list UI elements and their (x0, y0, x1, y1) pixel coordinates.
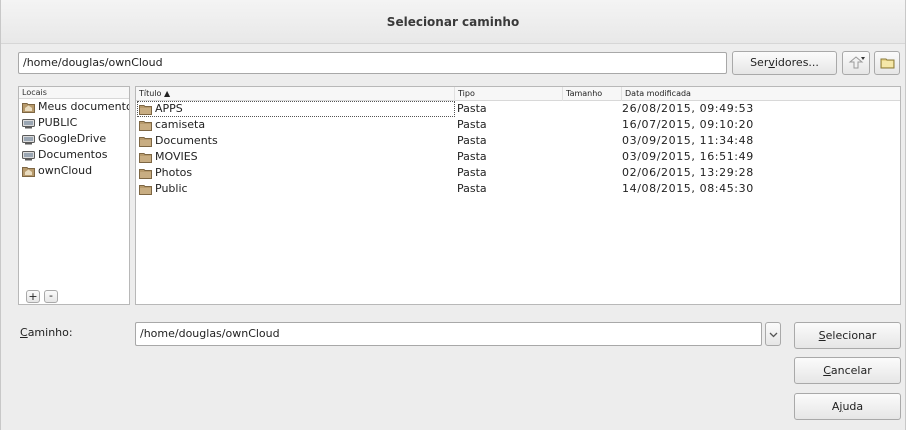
file-list-header: Título ▲ Tipo Tamanho Data modificada (136, 87, 900, 101)
cancel-mnemonic: C (823, 364, 831, 377)
file-size (563, 133, 621, 149)
place-label: ownCloud (38, 164, 93, 177)
up-folder-button[interactable] (842, 51, 870, 75)
file-date: 16/07/2015, 09:10:20 (622, 118, 754, 131)
select-path-dialog: Selecionar caminho /home/douglas/ownClou… (0, 0, 906, 430)
home-folder-icon (22, 166, 35, 177)
file-type: Pasta (457, 182, 487, 195)
file-type: Pasta (457, 150, 487, 163)
place-label: Documentos (38, 148, 108, 161)
file-name-cell: Public (137, 181, 455, 197)
folder-icon (139, 120, 152, 131)
drive-icon (22, 150, 35, 160)
cancel-label: ancelar (830, 364, 872, 377)
file-rows: APPS Pasta 26/08/2015, 09:49:53 camiseta Pas… (136, 101, 900, 197)
file-name: MOVIES (155, 150, 198, 163)
place-item[interactable]: Documentos (19, 147, 129, 163)
place-item[interactable]: PUBLIC (19, 115, 129, 131)
file-name-cell: Photos (137, 165, 455, 181)
places-header: Locais (19, 87, 129, 99)
column-size[interactable]: Tamanho (562, 87, 622, 101)
file-size (563, 117, 621, 133)
place-item[interactable]: ownCloud (19, 163, 129, 179)
file-name: Documents (155, 134, 218, 147)
file-size (563, 165, 621, 181)
table-row[interactable]: APPS Pasta 26/08/2015, 09:49:53 (136, 101, 900, 117)
table-row[interactable]: camiseta Pasta 16/07/2015, 09:10:20 (136, 117, 900, 133)
place-item[interactable]: GoogleDrive (19, 131, 129, 147)
remove-place-button[interactable]: - (44, 290, 58, 303)
folder-icon (139, 184, 152, 195)
folder-icon (139, 136, 152, 147)
select-mnemonic: S (818, 329, 826, 342)
file-size (563, 101, 621, 117)
current-path-field[interactable]: /home/douglas/ownCloud (18, 52, 727, 74)
column-title[interactable]: Título ▲ (136, 87, 456, 101)
help-label-b: uda (842, 400, 864, 413)
file-name-cell: camiseta (137, 117, 455, 133)
cancel-button[interactable]: Cancelar (794, 357, 901, 384)
file-name: Public (155, 182, 188, 195)
folder-icon (139, 104, 152, 115)
file-size (563, 181, 621, 197)
up-folder-icon (848, 56, 865, 69)
select-label: elecionar (825, 329, 877, 342)
new-folder-button[interactable] (874, 51, 900, 75)
drive-icon (22, 118, 35, 128)
file-name: Photos (155, 166, 193, 179)
file-date: 26/08/2015, 09:49:53 (622, 102, 754, 115)
file-name-cell: Documents (137, 133, 455, 149)
file-name-cell: APPS (137, 101, 455, 117)
servers-label-b: idores... (774, 56, 819, 69)
file-list: Título ▲ Tipo Tamanho Data modificada AP… (135, 86, 901, 305)
new-folder-icon (880, 58, 895, 69)
place-label: GoogleDrive (38, 132, 107, 145)
path-label-rest: aminho: (27, 326, 73, 339)
table-row[interactable]: MOVIES Pasta 03/09/2015, 16:51:49 (136, 149, 900, 165)
file-date: 03/09/2015, 16:51:49 (622, 150, 754, 163)
file-name: APPS (155, 102, 183, 115)
place-item[interactable]: Meus documentos (19, 99, 129, 115)
home-folder-icon (22, 102, 35, 113)
servers-button[interactable]: Servidores... (732, 51, 837, 75)
file-type: Pasta (457, 118, 487, 131)
file-type: Pasta (457, 102, 487, 115)
table-row[interactable]: Photos Pasta 02/06/2015, 13:29:28 (136, 165, 900, 181)
file-date: 14/08/2015, 08:45:30 (622, 182, 754, 195)
place-label: PUBLIC (38, 116, 78, 129)
select-button[interactable]: Selecionar (794, 322, 901, 349)
file-size (563, 149, 621, 165)
path-input[interactable]: /home/douglas/ownCloud (135, 322, 762, 346)
path-dropdown-button[interactable] (765, 322, 781, 346)
add-place-button[interactable]: + (26, 290, 40, 303)
file-name-cell: MOVIES (137, 149, 455, 165)
file-type: Pasta (457, 166, 487, 179)
file-type: Pasta (457, 134, 487, 147)
file-date: 03/09/2015, 11:34:48 (622, 134, 754, 147)
places-list: Meus documentos PUBLIC GoogleDrive Document… (19, 99, 129, 179)
place-label: Meus documentos (38, 100, 129, 113)
servers-label-a: Ser (750, 56, 769, 69)
folder-icon (139, 168, 152, 179)
path-label-mnemonic: C (20, 326, 28, 339)
chevron-down-icon (769, 332, 778, 338)
column-type[interactable]: Tipo (454, 87, 562, 101)
file-date: 02/06/2015, 13:29:28 (622, 166, 754, 179)
help-button[interactable]: Ajuda (794, 393, 901, 420)
folder-icon (139, 152, 152, 163)
column-date[interactable]: Data modificada (621, 87, 901, 101)
drive-icon (22, 134, 35, 144)
file-name: camiseta (155, 118, 206, 131)
table-row[interactable]: Public Pasta 14/08/2015, 08:45:30 (136, 181, 900, 197)
dialog-title: Selecionar caminho (1, 0, 905, 44)
places-panel: Locais Meus documentos PUBLIC GoogleDrive D… (18, 86, 130, 305)
table-row[interactable]: Documents Pasta 03/09/2015, 11:34:48 (136, 133, 900, 149)
path-label: Caminho: (20, 326, 73, 339)
